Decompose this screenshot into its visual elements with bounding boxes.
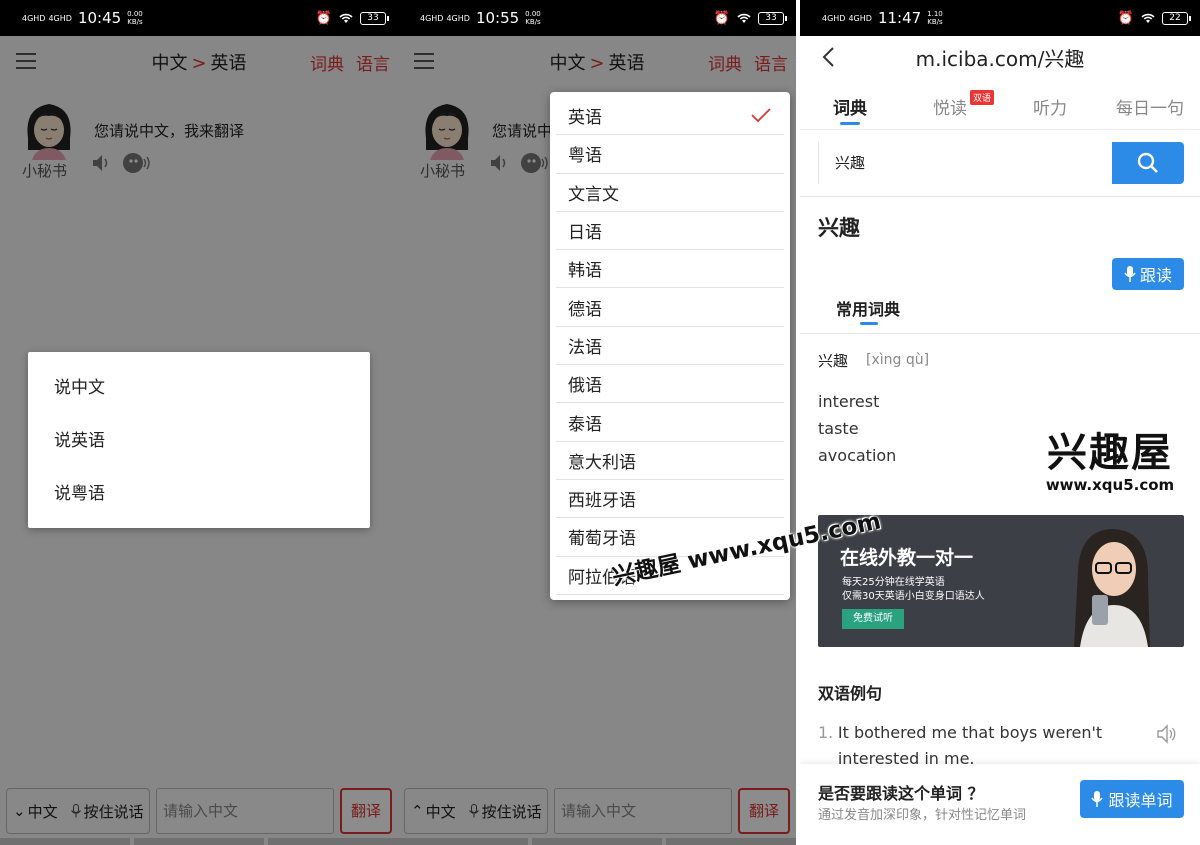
common-dictionary-tab[interactable]: 常用词典	[836, 296, 900, 325]
language-option[interactable]: 意大利语	[556, 442, 784, 480]
language-option[interactable]: 德语	[556, 288, 784, 327]
tab-daily-sentence[interactable]: 每日一句	[1100, 86, 1200, 129]
search-row: 兴趣	[818, 142, 1184, 184]
word-heading: 兴趣	[818, 216, 860, 240]
battery-icon: 22	[1162, 11, 1191, 25]
ad-title: 在线外教一对一	[840, 547, 974, 569]
follow-read-button[interactable]: 跟读	[1112, 258, 1184, 290]
entry-pinyin: [xìng qù]	[866, 352, 930, 368]
clock: 10:55	[475, 9, 520, 27]
language-option[interactable]: 韩语	[556, 250, 784, 289]
tab-dictionary[interactable]: 词典	[800, 86, 900, 129]
tab-bar: 词典 悦读 双语 听力 每日一句	[800, 86, 1200, 130]
speak-option-cantonese[interactable]: 说粤语	[28, 474, 370, 527]
ad-free-trial-button[interactable]: 免费试听	[842, 609, 904, 629]
status-bar: 4GHD 4GHD 10:55 0.00 KB/s ⏰ 33	[398, 0, 796, 36]
follow-read-prompt: 是否要跟读这个单词 ？ 通过发音加深印象，针对性记忆单词 跟读单词	[800, 764, 1200, 845]
prompt-subtitle: 通过发音加深印象，针对性记忆单词	[818, 808, 1027, 823]
examples-heading: 双语例句	[818, 684, 883, 703]
meaning-item: interest	[818, 392, 880, 411]
ad-subtitle: 每天25分钟在线学英语	[842, 577, 945, 588]
screen-iciba-dictionary: 4GHD 4GHD 11:47 1.10 KB/s ⏰ 22 m.iciba.com…	[800, 0, 1200, 845]
net-speed: 0.00 KB/s	[525, 10, 541, 26]
screen-language-dropdown: 4GHD 4GHD 10:55 0.00 KB/s ⏰ 33 中文 > 英语 词典 语言…	[398, 0, 796, 845]
language-option[interactable]: 俄语	[556, 365, 784, 404]
tab-listening[interactable]: 听力	[1000, 86, 1100, 129]
meanings-list: interest taste avocation	[818, 388, 896, 469]
search-button[interactable]	[1112, 142, 1184, 184]
meaning-item: avocation	[818, 446, 897, 465]
divider	[800, 333, 1200, 334]
signal-icon: 4GHD	[420, 13, 444, 23]
signal-icon: 4GHD	[848, 13, 872, 23]
speak-option-chinese[interactable]: 说中文	[28, 368, 370, 421]
speak-option-english[interactable]: 说英语	[28, 421, 370, 474]
language-option[interactable]: 日语	[556, 212, 784, 251]
ad-subtitle: 仅需30天英语小白变身口语达人	[842, 591, 985, 602]
ad-person-image	[1074, 529, 1150, 647]
signal-icon: 4GHD	[48, 13, 72, 23]
entry-word: 兴趣	[818, 352, 849, 370]
screen-translate-speak-dialog: 4GHD 4GHD 10:45 0.00 KB/s ⏰ 33 中文 > 英语 词典 语言…	[0, 0, 398, 845]
signal-icon: 4GHD	[22, 13, 46, 23]
speaker-icon[interactable]	[1156, 724, 1178, 744]
clock: 11:47	[877, 9, 922, 27]
bilingual-badge: 双语	[970, 90, 995, 105]
follow-read-word-button[interactable]: 跟读单词	[1080, 780, 1184, 818]
status-bar: 4GHD 4GHD 10:45 0.00 KB/s ⏰ 33	[0, 0, 398, 36]
search-icon	[1137, 152, 1158, 173]
divider	[800, 196, 1200, 197]
watermark-logo: 兴趣屋 www.xqu5.com	[1045, 430, 1175, 494]
tab-reading[interactable]: 悦读 双语	[900, 86, 1000, 129]
alarm-icon: ⏰	[713, 10, 730, 26]
language-option[interactable]: 法语	[556, 327, 784, 366]
language-option[interactable]: 西班牙语	[556, 480, 784, 519]
alarm-icon: ⏰	[315, 10, 332, 26]
wifi-icon	[339, 13, 353, 23]
mic-icon	[1124, 266, 1136, 282]
clock: 10:45	[77, 9, 122, 27]
back-arrow-icon[interactable]	[820, 46, 836, 68]
search-input[interactable]: 兴趣	[818, 142, 1112, 184]
meaning-item: taste	[818, 419, 859, 438]
language-option[interactable]: 粤语	[556, 135, 784, 174]
wifi-icon	[1141, 13, 1155, 23]
language-option[interactable]: 泰语	[556, 403, 784, 442]
speak-language-dialog: 说中文 说英语 说粤语	[28, 352, 370, 528]
mic-icon	[1091, 791, 1104, 807]
page-url: m.iciba.com/兴趣	[915, 46, 1085, 71]
battery-icon: 33	[360, 11, 389, 25]
net-speed: 0.00 KB/s	[127, 10, 143, 26]
battery-icon: 33	[758, 11, 787, 25]
checkmark-icon	[751, 108, 771, 123]
language-option[interactable]: 文言文	[556, 174, 784, 212]
alarm-icon: ⏰	[1117, 10, 1134, 26]
signal-icon: 4GHD	[446, 13, 470, 23]
signal-icon: 4GHD	[822, 13, 846, 23]
language-option[interactable]: 英语	[556, 97, 784, 136]
language-dropdown: 英语 粤语 文言文 日语 韩语 德语 法语 俄语 泰语 意大利语 西班牙语 葡萄…	[550, 92, 790, 600]
browser-title-bar: m.iciba.com/兴趣	[800, 36, 1200, 78]
prompt-question: 是否要跟读这个单词 ？	[818, 784, 984, 803]
status-bar: 4GHD 4GHD 11:47 1.10 KB/s ⏰ 22	[800, 0, 1200, 36]
wifi-icon	[737, 13, 751, 23]
net-speed: 1.10 KB/s	[927, 10, 943, 26]
